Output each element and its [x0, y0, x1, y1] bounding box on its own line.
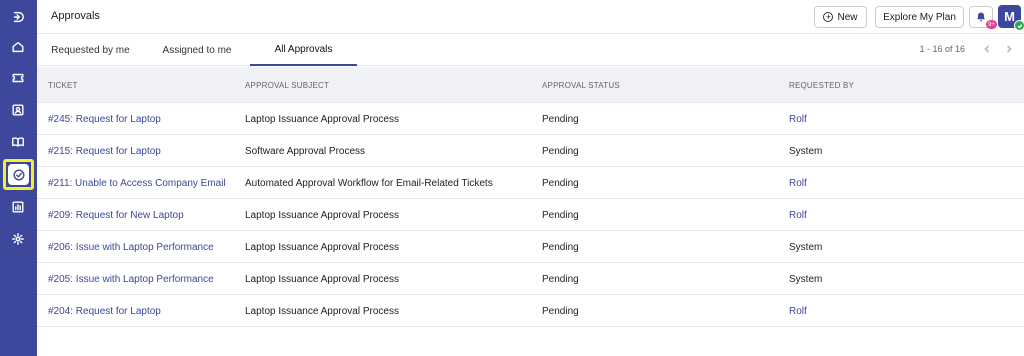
- requester: System: [789, 274, 823, 285]
- new-button[interactable]: + New: [814, 6, 867, 28]
- approval-status: Pending: [542, 274, 579, 285]
- table-row[interactable]: #245: Request for Laptop Laptop Issuance…: [37, 103, 1024, 135]
- notification-badge: 9+: [986, 20, 997, 29]
- ticket-link[interactable]: #211: Unable to Access Company Email: [48, 178, 226, 189]
- knowledge-base-icon[interactable]: [6, 130, 30, 154]
- table-row[interactable]: #215: Request for Laptop Software Approv…: [37, 135, 1024, 167]
- home-icon[interactable]: [6, 35, 30, 59]
- logo-icon[interactable]: [6, 5, 30, 29]
- ticket-link[interactable]: #204: Request for Laptop: [48, 306, 161, 317]
- app: Approvals + New Explore My Plan 9+ M Req…: [0, 0, 1024, 356]
- approval-status: Pending: [542, 178, 579, 189]
- approval-status: Pending: [542, 242, 579, 253]
- avatar-letter: M: [1004, 9, 1015, 24]
- approval-subject: Laptop Issuance Approval Process: [245, 274, 399, 285]
- tab-all-approvals[interactable]: All Approvals: [250, 34, 357, 66]
- column-header-approval-status[interactable]: APPROVAL STATUS: [542, 81, 620, 90]
- bell-icon: [977, 12, 985, 22]
- approval-status: Pending: [542, 210, 579, 221]
- approval-status: Pending: [542, 306, 579, 317]
- approvals-table: TICKET APPROVAL SUBJECT APPROVAL STATUS …: [37, 67, 1024, 327]
- approvals-icon[interactable]: [3, 159, 34, 190]
- chevron-left-icon[interactable]: [980, 42, 994, 56]
- approval-subject: Laptop Issuance Approval Process: [245, 210, 399, 221]
- approval-subject: Laptop Issuance Approval Process: [245, 114, 399, 125]
- table-row[interactable]: #206: Issue with Laptop Performance Lapt…: [37, 231, 1024, 263]
- notifications-button[interactable]: 9+: [969, 6, 997, 29]
- top-bar: Approvals + New Explore My Plan 9+ M: [37, 0, 1024, 34]
- reports-icon[interactable]: [6, 195, 30, 219]
- ticket-link[interactable]: #245: Request for Laptop: [48, 114, 161, 125]
- table-row[interactable]: #204: Request for Laptop Laptop Issuance…: [37, 295, 1024, 327]
- tab-requested-by-me[interactable]: Requested by me: [37, 34, 144, 66]
- requester: System: [789, 146, 823, 157]
- table-row[interactable]: #211: Unable to Access Company Email Aut…: [37, 167, 1024, 199]
- approval-status: Pending: [542, 146, 579, 157]
- requester-link[interactable]: Rolf: [789, 178, 807, 189]
- ticket-link[interactable]: #209: Request for New Laptop: [48, 210, 184, 221]
- approval-subject: Laptop Issuance Approval Process: [245, 306, 399, 317]
- chevron-right-icon[interactable]: [1002, 42, 1016, 56]
- column-header-approval-subject[interactable]: APPROVAL SUBJECT: [245, 81, 329, 90]
- online-status-icon: [1014, 20, 1024, 31]
- approval-subject: Laptop Issuance Approval Process: [245, 242, 399, 253]
- approvals-icon-tile: [8, 164, 29, 185]
- approval-tabs: Requested by me Assigned to me All Appro…: [37, 34, 1024, 66]
- tab-assigned-to-me[interactable]: Assigned to me: [144, 34, 250, 66]
- ticket-link[interactable]: #206: Issue with Laptop Performance: [48, 242, 214, 253]
- table-row[interactable]: #209: Request for New Laptop Laptop Issu…: [37, 199, 1024, 231]
- ticket-link[interactable]: #205: Issue with Laptop Performance: [48, 274, 214, 285]
- table-header: TICKET APPROVAL SUBJECT APPROVAL STATUS …: [37, 67, 1024, 103]
- ticket-icon[interactable]: [6, 66, 30, 90]
- pagination-info: 1 - 16 of 16: [919, 44, 965, 54]
- avatar[interactable]: M: [998, 5, 1024, 31]
- sidebar: [0, 0, 37, 356]
- approval-subject: Automated Approval Workflow for Email-Re…: [245, 178, 493, 189]
- column-header-ticket[interactable]: TICKET: [48, 81, 78, 90]
- ticket-link[interactable]: #215: Request for Laptop: [48, 146, 161, 157]
- page-title: Approvals: [51, 10, 100, 22]
- approval-status: Pending: [542, 114, 579, 125]
- table-row[interactable]: #205: Issue with Laptop Performance Lapt…: [37, 263, 1024, 295]
- requester-link[interactable]: Rolf: [789, 210, 807, 221]
- settings-icon[interactable]: [6, 227, 30, 251]
- approval-subject: Software Approval Process: [245, 146, 366, 157]
- requester-link[interactable]: Rolf: [789, 306, 807, 317]
- contacts-icon[interactable]: [6, 98, 30, 122]
- requester-link[interactable]: Rolf: [789, 114, 807, 125]
- explore-plan-button[interactable]: Explore My Plan: [875, 6, 964, 28]
- requester: System: [789, 242, 823, 253]
- plus-circle-icon: +: [823, 12, 834, 22]
- new-button-label: New: [837, 11, 858, 23]
- column-header-requested-by[interactable]: REQUESTED BY: [789, 81, 854, 90]
